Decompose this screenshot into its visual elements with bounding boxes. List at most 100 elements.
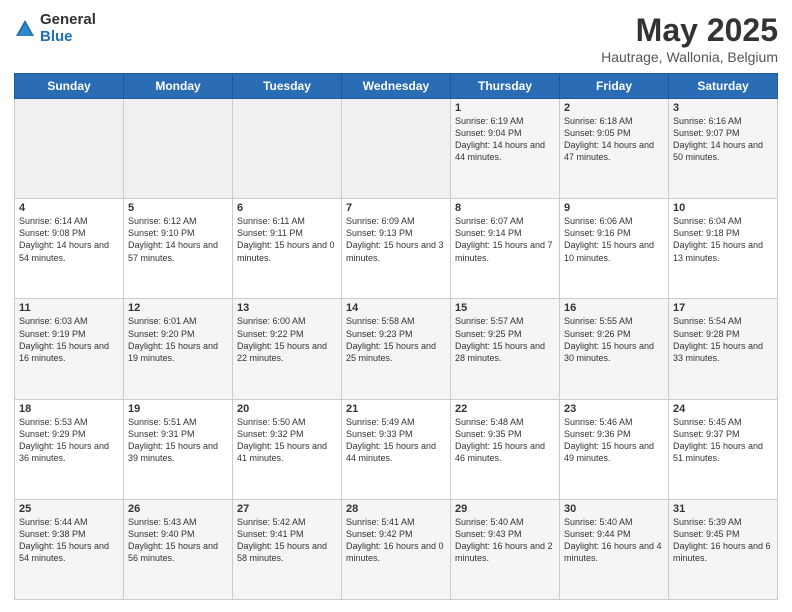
day-number: 14 (346, 302, 446, 314)
day-number: 9 (564, 202, 664, 214)
day-info: Sunrise: 6:04 AM Sunset: 9:18 PM Dayligh… (673, 215, 773, 264)
calendar-cell: 30Sunrise: 5:40 AM Sunset: 9:44 PM Dayli… (560, 499, 669, 599)
calendar: SundayMondayTuesdayWednesdayThursdayFrid… (14, 73, 778, 600)
day-info: Sunrise: 5:45 AM Sunset: 9:37 PM Dayligh… (673, 416, 773, 465)
day-number: 30 (564, 503, 664, 515)
day-info: Sunrise: 6:09 AM Sunset: 9:13 PM Dayligh… (346, 215, 446, 264)
calendar-cell: 16Sunrise: 5:55 AM Sunset: 9:26 PM Dayli… (560, 299, 669, 399)
day-info: Sunrise: 5:39 AM Sunset: 9:45 PM Dayligh… (673, 516, 773, 565)
day-number: 5 (128, 202, 228, 214)
day-info: Sunrise: 6:01 AM Sunset: 9:20 PM Dayligh… (128, 315, 228, 364)
calendar-cell: 2Sunrise: 6:18 AM Sunset: 9:05 PM Daylig… (560, 99, 669, 199)
calendar-cell: 6Sunrise: 6:11 AM Sunset: 9:11 PM Daylig… (233, 199, 342, 299)
day-info: Sunrise: 6:19 AM Sunset: 9:04 PM Dayligh… (455, 115, 555, 164)
calendar-cell: 18Sunrise: 5:53 AM Sunset: 9:29 PM Dayli… (15, 399, 124, 499)
day-info: Sunrise: 6:14 AM Sunset: 9:08 PM Dayligh… (19, 215, 119, 264)
day-number: 8 (455, 202, 555, 214)
day-info: Sunrise: 6:12 AM Sunset: 9:10 PM Dayligh… (128, 215, 228, 264)
day-number: 20 (237, 403, 337, 415)
day-info: Sunrise: 6:00 AM Sunset: 9:22 PM Dayligh… (237, 315, 337, 364)
day-info: Sunrise: 5:51 AM Sunset: 9:31 PM Dayligh… (128, 416, 228, 465)
day-header-sunday: Sunday (15, 74, 124, 99)
day-info: Sunrise: 5:53 AM Sunset: 9:29 PM Dayligh… (19, 416, 119, 465)
day-number: 24 (673, 403, 773, 415)
day-info: Sunrise: 5:42 AM Sunset: 9:41 PM Dayligh… (237, 516, 337, 565)
calendar-cell: 4Sunrise: 6:14 AM Sunset: 9:08 PM Daylig… (15, 199, 124, 299)
calendar-cell (233, 99, 342, 199)
day-number: 26 (128, 503, 228, 515)
calendar-cell: 20Sunrise: 5:50 AM Sunset: 9:32 PM Dayli… (233, 399, 342, 499)
day-number: 12 (128, 302, 228, 314)
day-info: Sunrise: 6:16 AM Sunset: 9:07 PM Dayligh… (673, 115, 773, 164)
day-number: 16 (564, 302, 664, 314)
day-number: 25 (19, 503, 119, 515)
day-info: Sunrise: 5:46 AM Sunset: 9:36 PM Dayligh… (564, 416, 664, 465)
day-number: 3 (673, 102, 773, 114)
calendar-cell: 21Sunrise: 5:49 AM Sunset: 9:33 PM Dayli… (342, 399, 451, 499)
calendar-cell: 23Sunrise: 5:46 AM Sunset: 9:36 PM Dayli… (560, 399, 669, 499)
day-info: Sunrise: 5:44 AM Sunset: 9:38 PM Dayligh… (19, 516, 119, 565)
logo: General Blue (14, 12, 96, 45)
day-number: 6 (237, 202, 337, 214)
day-number: 22 (455, 403, 555, 415)
calendar-cell: 24Sunrise: 5:45 AM Sunset: 9:37 PM Dayli… (669, 399, 778, 499)
calendar-cell: 19Sunrise: 5:51 AM Sunset: 9:31 PM Dayli… (124, 399, 233, 499)
calendar-cell: 15Sunrise: 5:57 AM Sunset: 9:25 PM Dayli… (451, 299, 560, 399)
calendar-cell: 26Sunrise: 5:43 AM Sunset: 9:40 PM Dayli… (124, 499, 233, 599)
day-info: Sunrise: 5:48 AM Sunset: 9:35 PM Dayligh… (455, 416, 555, 465)
day-number: 23 (564, 403, 664, 415)
day-info: Sunrise: 5:49 AM Sunset: 9:33 PM Dayligh… (346, 416, 446, 465)
day-info: Sunrise: 6:07 AM Sunset: 9:14 PM Dayligh… (455, 215, 555, 264)
day-number: 17 (673, 302, 773, 314)
calendar-cell: 28Sunrise: 5:41 AM Sunset: 9:42 PM Dayli… (342, 499, 451, 599)
day-info: Sunrise: 6:06 AM Sunset: 9:16 PM Dayligh… (564, 215, 664, 264)
day-info: Sunrise: 5:40 AM Sunset: 9:44 PM Dayligh… (564, 516, 664, 565)
day-info: Sunrise: 5:40 AM Sunset: 9:43 PM Dayligh… (455, 516, 555, 565)
day-info: Sunrise: 5:57 AM Sunset: 9:25 PM Dayligh… (455, 315, 555, 364)
day-header-saturday: Saturday (669, 74, 778, 99)
day-header-friday: Friday (560, 74, 669, 99)
day-number: 11 (19, 302, 119, 314)
calendar-cell: 11Sunrise: 6:03 AM Sunset: 9:19 PM Dayli… (15, 299, 124, 399)
calendar-cell: 1Sunrise: 6:19 AM Sunset: 9:04 PM Daylig… (451, 99, 560, 199)
day-number: 27 (237, 503, 337, 515)
day-header-thursday: Thursday (451, 74, 560, 99)
calendar-cell: 10Sunrise: 6:04 AM Sunset: 9:18 PM Dayli… (669, 199, 778, 299)
logo-blue: Blue (40, 29, 96, 46)
calendar-cell: 31Sunrise: 5:39 AM Sunset: 9:45 PM Dayli… (669, 499, 778, 599)
calendar-cell: 12Sunrise: 6:01 AM Sunset: 9:20 PM Dayli… (124, 299, 233, 399)
day-number: 7 (346, 202, 446, 214)
day-number: 19 (128, 403, 228, 415)
calendar-cell: 29Sunrise: 5:40 AM Sunset: 9:43 PM Dayli… (451, 499, 560, 599)
day-info: Sunrise: 5:41 AM Sunset: 9:42 PM Dayligh… (346, 516, 446, 565)
calendar-cell: 3Sunrise: 6:16 AM Sunset: 9:07 PM Daylig… (669, 99, 778, 199)
day-header-wednesday: Wednesday (342, 74, 451, 99)
calendar-cell (15, 99, 124, 199)
day-number: 13 (237, 302, 337, 314)
day-header-monday: Monday (124, 74, 233, 99)
calendar-cell: 25Sunrise: 5:44 AM Sunset: 9:38 PM Dayli… (15, 499, 124, 599)
day-info: Sunrise: 5:43 AM Sunset: 9:40 PM Dayligh… (128, 516, 228, 565)
calendar-cell: 22Sunrise: 5:48 AM Sunset: 9:35 PM Dayli… (451, 399, 560, 499)
day-number: 31 (673, 503, 773, 515)
calendar-cell: 17Sunrise: 5:54 AM Sunset: 9:28 PM Dayli… (669, 299, 778, 399)
location-title: Hautrage, Wallonia, Belgium (601, 49, 778, 65)
day-number: 29 (455, 503, 555, 515)
calendar-cell: 14Sunrise: 5:58 AM Sunset: 9:23 PM Dayli… (342, 299, 451, 399)
calendar-cell (342, 99, 451, 199)
day-info: Sunrise: 5:58 AM Sunset: 9:23 PM Dayligh… (346, 315, 446, 364)
calendar-cell: 7Sunrise: 6:09 AM Sunset: 9:13 PM Daylig… (342, 199, 451, 299)
day-number: 21 (346, 403, 446, 415)
calendar-cell: 13Sunrise: 6:00 AM Sunset: 9:22 PM Dayli… (233, 299, 342, 399)
day-info: Sunrise: 5:55 AM Sunset: 9:26 PM Dayligh… (564, 315, 664, 364)
calendar-cell: 5Sunrise: 6:12 AM Sunset: 9:10 PM Daylig… (124, 199, 233, 299)
day-info: Sunrise: 6:18 AM Sunset: 9:05 PM Dayligh… (564, 115, 664, 164)
day-info: Sunrise: 5:50 AM Sunset: 9:32 PM Dayligh… (237, 416, 337, 465)
day-number: 15 (455, 302, 555, 314)
day-header-tuesday: Tuesday (233, 74, 342, 99)
calendar-cell (124, 99, 233, 199)
calendar-cell: 9Sunrise: 6:06 AM Sunset: 9:16 PM Daylig… (560, 199, 669, 299)
day-info: Sunrise: 6:03 AM Sunset: 9:19 PM Dayligh… (19, 315, 119, 364)
title-block: May 2025 Hautrage, Wallonia, Belgium (601, 12, 778, 65)
logo-general: General (40, 12, 96, 29)
